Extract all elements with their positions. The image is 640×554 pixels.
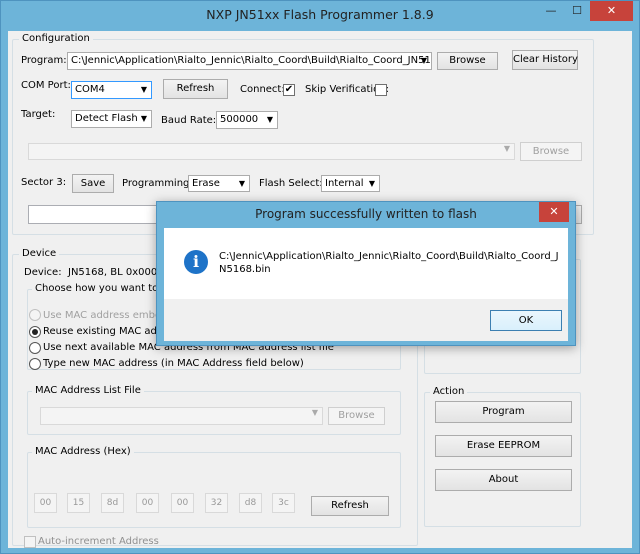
chevron-down-icon: ▼ [140, 114, 148, 123]
skip-verification-checkbox[interactable] [375, 84, 387, 96]
chevron-down-icon: ▼ [140, 85, 148, 94]
programming-label: Programming: [122, 178, 193, 189]
program-file-value: C:\Jennic\Application\Rialto_Jennic\Rial… [71, 55, 432, 66]
about-button[interactable]: About [435, 469, 572, 491]
program-file-combo[interactable]: C:\Jennic\Application\Rialto_Jennic\Rial… [67, 52, 432, 70]
dialog-close-button[interactable]: ✕ [539, 202, 569, 222]
dialog-message-line2: N5168.bin [219, 264, 271, 275]
dialog-body: i C:\Jennic\Application\Rialto_Jennic\Ri… [164, 228, 568, 299]
chevron-down-icon: ▼ [238, 179, 246, 188]
baud-rate-label: Baud Rate: [161, 115, 217, 126]
chevron-down-icon: ▼ [266, 115, 274, 124]
mac-byte-6[interactable]: d8 [239, 493, 262, 513]
com-port-label: COM Port: [21, 80, 71, 91]
dialog-footer: OK [164, 299, 568, 341]
clear-history-button[interactable]: Clear History [512, 50, 578, 70]
minimize-button[interactable]: — [538, 1, 564, 21]
device-label: Device: [24, 267, 62, 278]
mac-byte-1[interactable]: 15 [67, 493, 90, 513]
com-port-value: COM4 [75, 84, 105, 95]
mac-address-title: MAC Address (Hex) [32, 446, 134, 457]
mac-byte-4[interactable]: 00 [171, 493, 194, 513]
erase-eeprom-button[interactable]: Erase EEPROM [435, 435, 572, 457]
chevron-down-icon: ▼ [311, 408, 319, 417]
radio-next-available[interactable] [29, 342, 41, 354]
flash-select-combo[interactable]: Internal ▼ [321, 175, 380, 192]
auto-increment-checkbox[interactable] [24, 536, 36, 548]
mac-list-combo[interactable]: ▼ [40, 407, 323, 425]
chevron-down-icon: ▼ [368, 179, 376, 188]
programming-value: Erase [192, 178, 220, 189]
success-dialog: Program successfully written to flash ✕ … [156, 201, 576, 346]
connect-checkbox[interactable]: ✔ [283, 84, 295, 96]
device-group-title: Device [19, 248, 60, 259]
radio-use-embedded[interactable] [29, 309, 41, 321]
auto-increment-label: Auto-increment Address [38, 536, 159, 547]
check-icon: ✔ [284, 84, 294, 95]
baud-rate-value: 500000 [220, 114, 259, 125]
mac-byte-7[interactable]: 3c [272, 493, 295, 513]
refresh-ports-button[interactable]: Refresh [163, 79, 228, 99]
flash-select-value: Internal [325, 178, 364, 189]
com-port-combo[interactable]: COM4 ▼ [71, 81, 152, 99]
programming-combo[interactable]: Erase ▼ [188, 175, 250, 192]
dialog-message-line1: C:\Jennic\Application\Rialto_Jennic\Rial… [219, 251, 559, 262]
mac-byte-5[interactable]: 32 [205, 493, 228, 513]
program-button[interactable]: Program [435, 401, 572, 423]
configuration-group-title: Configuration [19, 33, 93, 44]
radio-type-new[interactable] [29, 358, 41, 370]
mac-list-title: MAC Address List File [32, 385, 144, 396]
baud-rate-combo[interactable]: 500000 ▼ [216, 111, 278, 129]
sector-label: Sector 3: [21, 177, 67, 188]
mac-address-group: MAC Address (Hex) [27, 446, 401, 528]
status-field[interactable] [28, 205, 168, 224]
mac-byte-2[interactable]: 8d [101, 493, 124, 513]
chevron-down-icon: ▼ [420, 56, 428, 65]
target-label: Target: [21, 109, 56, 120]
mac-byte-0[interactable]: 00 [34, 493, 57, 513]
radio-type-new-label: Type new MAC address (in MAC Address fie… [43, 358, 304, 369]
save-button[interactable]: Save [72, 174, 114, 193]
mac-refresh-button[interactable]: Refresh [311, 496, 389, 516]
mac-list-browse-button[interactable]: Browse [328, 407, 385, 425]
secondary-file-combo[interactable]: ▼ [28, 143, 515, 160]
info-icon: i [184, 250, 208, 274]
dialog-title: Program successfully written to flash [255, 207, 477, 221]
connect-label: Connect: [240, 84, 285, 95]
target-value: Detect Flash [75, 113, 138, 124]
target-combo[interactable]: Detect Flash ▼ [71, 110, 152, 128]
mac-byte-3[interactable]: 00 [136, 493, 159, 513]
action-group-title: Action [430, 386, 468, 397]
flash-select-label: Flash Select: [259, 178, 323, 189]
secondary-browse-button[interactable]: Browse [520, 142, 582, 161]
program-label: Program: [21, 55, 67, 66]
window-close-button[interactable]: ✕ [590, 1, 633, 21]
ok-button[interactable]: OK [490, 310, 562, 331]
chevron-down-icon: ▼ [503, 144, 511, 153]
program-browse-button[interactable]: Browse [437, 52, 498, 70]
maximize-button[interactable]: ☐ [564, 1, 590, 21]
radio-reuse-existing[interactable] [29, 326, 41, 338]
